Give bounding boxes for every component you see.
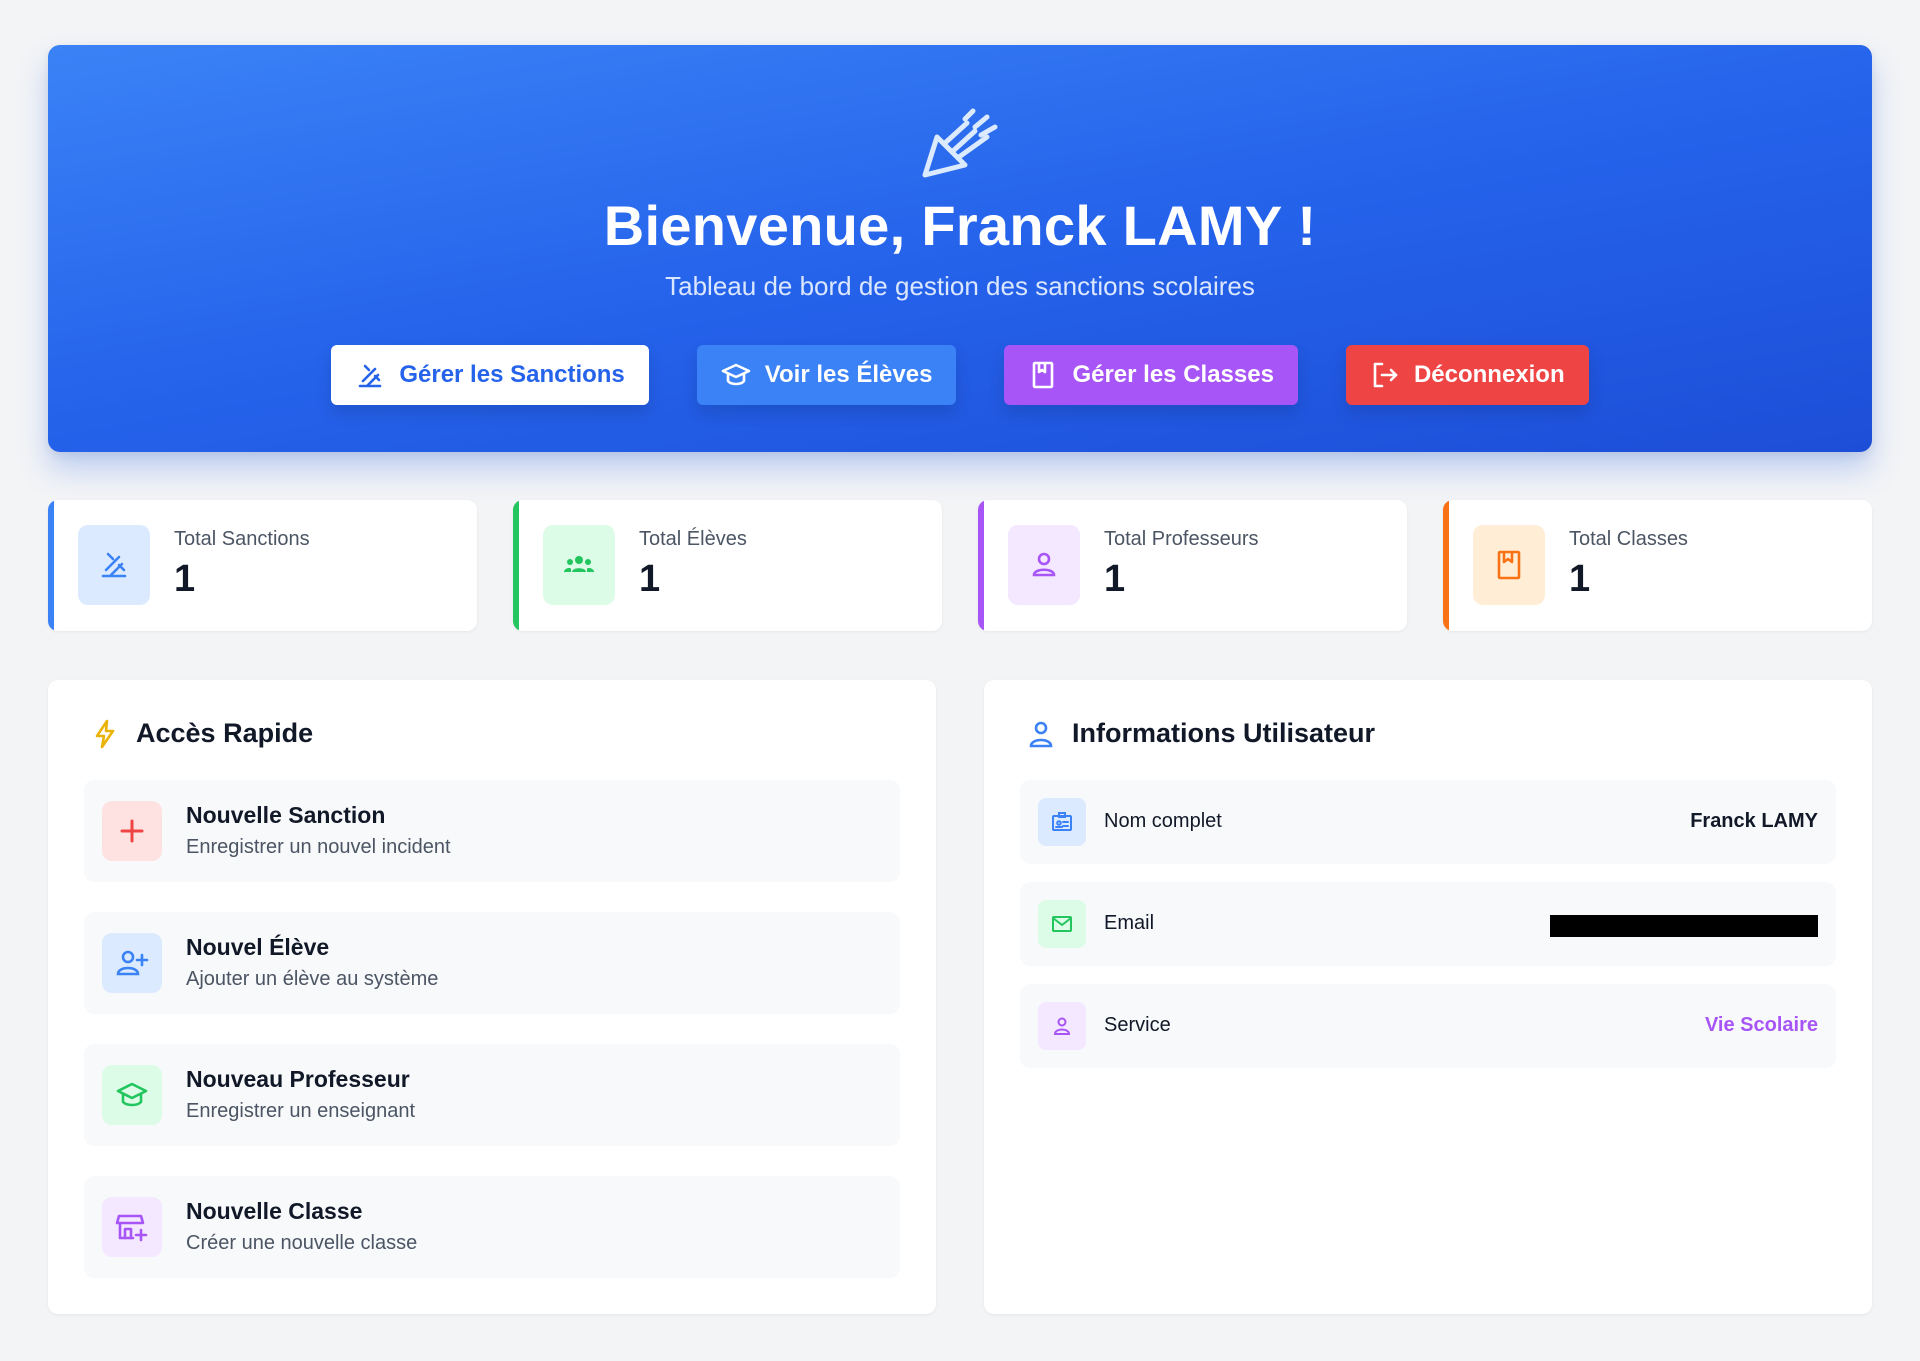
manage-sanctions-button[interactable]: Gérer les Sanctions bbox=[331, 345, 649, 405]
logout-icon bbox=[1373, 362, 1398, 388]
logout-label: Déconnexion bbox=[1413, 361, 1565, 388]
info-label: Email bbox=[1104, 912, 1155, 934]
info-label: Service bbox=[1104, 1014, 1171, 1036]
info-row-email: Email bbox=[1020, 882, 1836, 966]
stat-label: Total Classes bbox=[1569, 528, 1688, 550]
qa-icon-box bbox=[102, 801, 162, 861]
welcome-title: Bienvenue, Franck LAMY ! bbox=[603, 194, 1317, 257]
dashboard-page: Bienvenue, Franck LAMY ! Tableau de bord… bbox=[0, 0, 1920, 1361]
stat-value: 1 bbox=[1569, 558, 1591, 600]
user-info-title: Informations Utilisateur bbox=[1072, 718, 1376, 748]
users-icon bbox=[564, 556, 594, 572]
stat-value: 1 bbox=[174, 558, 196, 600]
user-info-panel: Informations Utilisateur Nom complet Fra… bbox=[984, 680, 1872, 1314]
user-icon bbox=[1053, 1017, 1071, 1035]
stat-card-students: Total Élèves 1 bbox=[513, 500, 942, 631]
qa-title: Nouveau Professeur bbox=[186, 1066, 410, 1092]
view-students-label: Voir les Élèves bbox=[764, 361, 933, 388]
stat-icon-box bbox=[543, 525, 615, 605]
redacted-email bbox=[1550, 915, 1818, 937]
manage-classes-label: Gérer les Classes bbox=[1072, 361, 1274, 388]
store-plus-icon bbox=[115, 1214, 148, 1242]
qa-desc: Enregistrer un enseignant bbox=[186, 1100, 416, 1122]
qa-desc: Créer une nouvelle classe bbox=[186, 1232, 418, 1254]
plus-icon bbox=[120, 819, 144, 843]
manage-sanctions-label: Gérer les Sanctions bbox=[399, 361, 625, 388]
new-student-action[interactable]: Nouvel Élève Ajouter un élève au système bbox=[84, 912, 900, 1014]
panel-header: Informations Utilisateur bbox=[1026, 718, 1375, 749]
stat-icon-box bbox=[78, 525, 150, 605]
hero-actions: Gérer les Sanctions Voir les Élèves Gére… bbox=[48, 345, 1872, 405]
qa-icon-box bbox=[102, 1197, 162, 1257]
info-row-service: Service Vie Scolaire bbox=[1020, 984, 1836, 1068]
stat-value: 1 bbox=[639, 558, 661, 600]
info-icon-box bbox=[1038, 798, 1086, 846]
qa-title: Nouvelle Classe bbox=[186, 1198, 363, 1224]
user-icon bbox=[1032, 552, 1056, 577]
graduation-cap-icon bbox=[721, 363, 751, 386]
info-icon-box bbox=[1038, 900, 1086, 948]
gavel-icon bbox=[101, 552, 127, 578]
stat-card-sanctions: Total Sanctions 1 bbox=[48, 500, 477, 631]
logout-button[interactable]: Déconnexion bbox=[1345, 345, 1589, 405]
qa-title: Nouvelle Sanction bbox=[186, 802, 386, 828]
stats-row: Total Sanctions 1 Total Élèves 1 Total P… bbox=[48, 500, 1872, 631]
stat-icon-box bbox=[1473, 525, 1545, 605]
quick-access-title: Accès Rapide bbox=[136, 718, 314, 748]
info-icon-box bbox=[1038, 1002, 1086, 1050]
book-icon bbox=[1497, 550, 1521, 580]
user-info-list: Nom complet Franck LAMY Email Service Vi… bbox=[1020, 780, 1836, 1086]
stat-card-teachers: Total Professeurs 1 bbox=[978, 500, 1407, 631]
new-teacher-action[interactable]: Nouveau Professeur Enregistrer un enseig… bbox=[84, 1044, 900, 1146]
gavel-icon bbox=[922, 108, 998, 178]
user-plus-icon bbox=[116, 950, 149, 976]
info-value: Vie Scolaire bbox=[1704, 1014, 1818, 1036]
book-icon bbox=[1033, 361, 1054, 389]
stat-value: 1 bbox=[1104, 558, 1126, 600]
panel-header: Accès Rapide bbox=[90, 718, 313, 749]
stat-label: Total Professeurs bbox=[1104, 528, 1259, 550]
stat-card-classes: Total Classes 1 bbox=[1443, 500, 1872, 631]
welcome-banner: Bienvenue, Franck LAMY ! Tableau de bord… bbox=[48, 45, 1872, 452]
welcome-subtitle: Tableau de bord de gestion des sanctions… bbox=[665, 271, 1255, 301]
qa-title: Nouvel Élève bbox=[186, 934, 330, 960]
qa-icon-box bbox=[102, 1065, 162, 1125]
bolt-icon bbox=[95, 719, 115, 748]
qa-icon-box bbox=[102, 933, 162, 993]
quick-access-panel: Accès Rapide Nouvelle Sanction Enregistr… bbox=[48, 680, 936, 1314]
qa-desc: Enregistrer un nouvel incident bbox=[186, 836, 451, 858]
info-label: Nom complet bbox=[1104, 810, 1222, 832]
new-sanction-action[interactable]: Nouvelle Sanction Enregistrer un nouvel … bbox=[84, 780, 900, 882]
quick-access-list: Nouvelle Sanction Enregistrer un nouvel … bbox=[84, 780, 900, 1308]
manage-classes-button[interactable]: Gérer les Classes bbox=[1004, 345, 1298, 405]
info-value: Franck LAMY bbox=[1690, 810, 1818, 832]
stat-label: Total Sanctions bbox=[174, 528, 310, 550]
id-card-icon bbox=[1052, 812, 1072, 831]
qa-desc: Ajouter un élève au système bbox=[186, 968, 439, 990]
gavel-icon bbox=[359, 364, 382, 388]
mail-icon bbox=[1052, 916, 1072, 932]
new-class-action[interactable]: Nouvelle Classe Créer une nouvelle class… bbox=[84, 1176, 900, 1278]
user-icon bbox=[1029, 721, 1053, 747]
stat-label: Total Élèves bbox=[639, 528, 747, 550]
view-students-button[interactable]: Voir les Élèves bbox=[696, 345, 957, 405]
graduation-cap-icon bbox=[116, 1082, 148, 1107]
stat-icon-box bbox=[1008, 525, 1080, 605]
info-row-fullname: Nom complet Franck LAMY bbox=[1020, 780, 1836, 864]
